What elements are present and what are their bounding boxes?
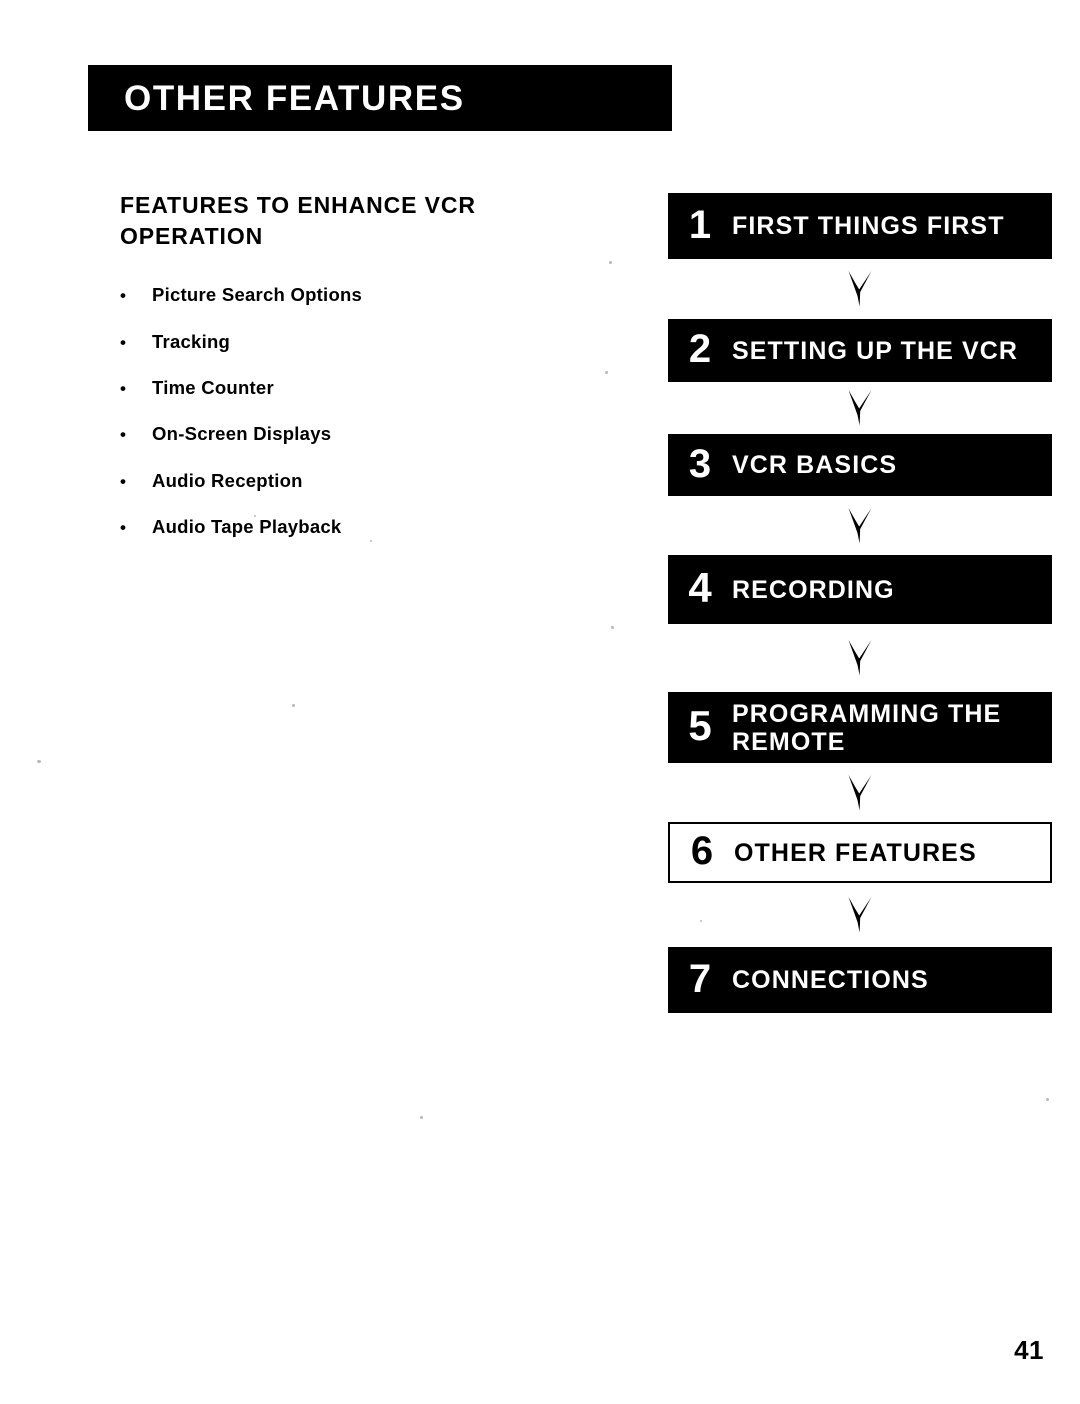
flow-step-number: 1 [688, 202, 712, 247]
list-item-label: Picture Search Options [152, 284, 363, 306]
down-arrow-icon [848, 897, 872, 933]
flow-step-label: OTHER FEATURES [734, 838, 977, 867]
flow-step-label: FIRST THINGS FIRST [732, 212, 1005, 240]
flow-step-number: 7 [688, 956, 712, 1001]
list-item-label: Time Counter [152, 376, 274, 398]
flow-step-label: CONNECTIONS [732, 966, 929, 994]
flow-connector [668, 496, 1052, 555]
down-arrow-icon [848, 390, 872, 426]
list-item: • Picture Search Options [120, 284, 590, 306]
flow-step-number: 2 [688, 327, 712, 371]
flow-step-number: 3 [688, 441, 712, 486]
flow-step-other-features-current[interactable]: 6 OTHER FEATURES [668, 822, 1052, 883]
list-item-label: Audio Reception [152, 469, 303, 491]
list-item: • Time Counter [120, 376, 590, 398]
list-item-label: On-Screen Displays [152, 423, 332, 445]
flow-connector [668, 259, 1052, 319]
flow-connector [668, 624, 1052, 692]
down-arrow-icon [848, 271, 872, 307]
list-item: • On-Screen Displays [120, 423, 590, 445]
scan-speck [605, 371, 608, 374]
scan-speck [420, 1116, 423, 1119]
flow-step-label: PROGRAMMING THE REMOTE [732, 699, 1002, 756]
bullet-icon: • [120, 471, 127, 491]
down-arrow-icon [848, 774, 872, 810]
bullet-icon: • [120, 517, 127, 537]
list-item-label: Audio Tape Playback [152, 515, 342, 537]
flow-step-number: 6 [690, 829, 714, 873]
list-item: • Tracking [120, 330, 590, 352]
flow-step-first-things-first[interactable]: 1 FIRST THINGS FIRST [668, 193, 1052, 259]
flow-connector [668, 763, 1052, 822]
flow-step-label: VCR BASICS [732, 451, 898, 479]
scan-speck [1046, 1098, 1049, 1101]
scan-speck [292, 704, 295, 707]
list-item: • Audio Reception [120, 469, 590, 491]
page-number: 41 [1014, 1335, 1044, 1365]
chapter-flow-diagram: 1 FIRST THINGS FIRST 2 SETTING UP THE VC… [668, 193, 1052, 1013]
bullet-icon: • [120, 425, 127, 445]
flow-connector [668, 382, 1052, 434]
features-list: • Picture Search Options • Tracking • Ti… [120, 284, 590, 537]
flow-step-recording[interactable]: 4 RECORDING [668, 555, 1052, 624]
list-item-label: Tracking [152, 330, 231, 352]
flow-connector [668, 883, 1052, 947]
section-heading: FEATURES TO ENHANCE VCR OPERATION [120, 192, 476, 249]
flow-step-number: 4 [688, 564, 712, 611]
flow-step-number: 5 [688, 702, 712, 749]
flow-step-setting-up-the-vcr[interactable]: 2 SETTING UP THE VCR [668, 319, 1052, 382]
bullet-icon: • [120, 378, 127, 398]
scan-speck [37, 760, 41, 763]
page-title: OTHER FEATURES [124, 78, 465, 118]
flow-step-connections[interactable]: 7 CONNECTIONS [668, 947, 1052, 1013]
list-item: • Audio Tape Playback [120, 515, 590, 537]
flow-step-label: SETTING UP THE VCR [732, 336, 1019, 365]
flow-step-vcr-basics[interactable]: 3 VCR BASICS [668, 434, 1052, 496]
bullet-icon: • [120, 286, 127, 306]
down-arrow-icon [848, 507, 872, 543]
scan-speck [611, 626, 614, 629]
scan-speck [609, 261, 612, 264]
flow-step-programming-the-remote[interactable]: 5 PROGRAMMING THE REMOTE [668, 692, 1052, 763]
down-arrow-icon [848, 640, 872, 676]
flow-step-label: RECORDING [732, 575, 895, 604]
bullet-icon: • [120, 332, 127, 352]
left-content-column: FEATURES TO ENHANCE VCR OPERATION • Pict… [120, 190, 590, 563]
page-header-banner: OTHER FEATURES [88, 65, 672, 131]
